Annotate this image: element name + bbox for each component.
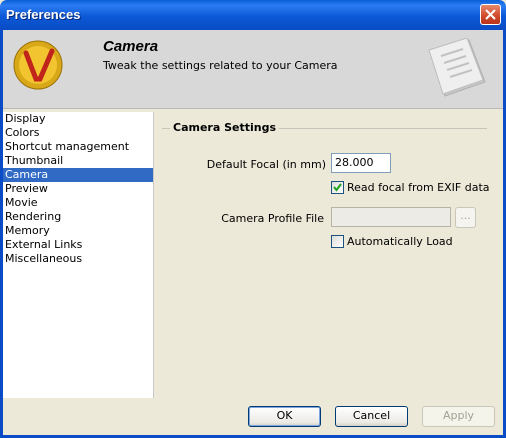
title-bar: Preferences [0, 0, 506, 30]
category-item[interactable]: Miscellaneous [3, 252, 153, 266]
camera-profile-input [331, 207, 451, 227]
category-item[interactable]: Thumbnail [3, 154, 153, 168]
auto-load-label: Automatically Load [347, 235, 453, 248]
cancel-button[interactable]: Cancel [335, 406, 408, 427]
category-list: Display Colors Shortcut management Thumbnai… [3, 112, 154, 398]
read-exif-label: Read focal from EXIF data [347, 181, 490, 194]
preferences-window: Preferences Camera Tweak the settings re… [0, 0, 506, 438]
header-banner: Camera Tweak the settings related to you… [3, 30, 503, 109]
browse-button: ... [455, 207, 476, 228]
app-logo-icon [13, 40, 63, 90]
category-item[interactable]: Display [3, 112, 153, 126]
default-focal-input[interactable]: 28.000 [331, 153, 391, 173]
category-item[interactable]: Memory [3, 224, 153, 238]
read-exif-checkbox[interactable] [331, 181, 344, 194]
page-title: Camera [103, 38, 159, 55]
settings-sheet-icon [428, 38, 486, 97]
category-item[interactable]: Rendering [3, 210, 153, 224]
close-icon [485, 9, 496, 20]
category-item[interactable]: External Links [3, 238, 153, 252]
camera-profile-label: Camera Profile File [221, 212, 324, 225]
category-item[interactable]: Shortcut management [3, 140, 153, 154]
default-focal-label: Default Focal (in mm) [206, 158, 326, 171]
category-item[interactable]: Colors [3, 126, 153, 140]
ok-button[interactable]: OK [248, 406, 321, 427]
category-item[interactable]: Movie [3, 196, 153, 210]
checkmark-icon [333, 183, 342, 192]
window-title: Preferences [6, 7, 81, 22]
close-button[interactable] [480, 4, 501, 25]
category-item[interactable]: Preview [3, 182, 153, 196]
camera-settings-title: Camera Settings [170, 121, 280, 134]
page-subtitle: Tweak the settings related to your Camer… [103, 59, 338, 72]
category-item[interactable]: Camera [3, 168, 153, 182]
auto-load-checkbox[interactable] [331, 235, 344, 248]
apply-button: Apply [422, 406, 495, 427]
